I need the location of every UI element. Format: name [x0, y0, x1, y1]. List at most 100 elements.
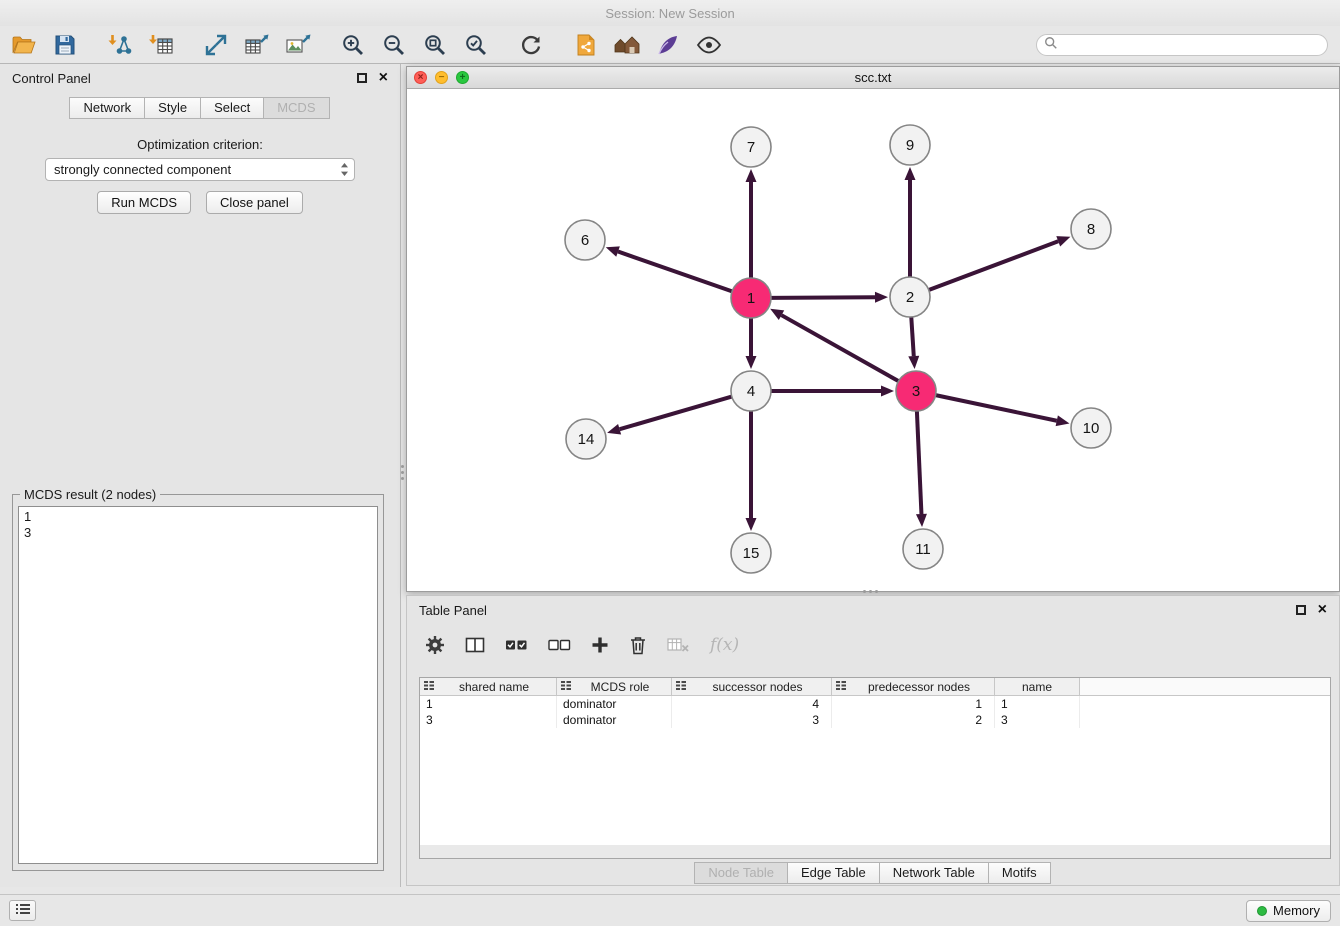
cell-successor-nodes: 3: [672, 712, 832, 728]
delete-table-icon[interactable]: [667, 636, 690, 654]
select-all-rows-icon[interactable]: [505, 637, 528, 653]
horizontal-splitter-grip[interactable]: [854, 587, 886, 595]
graph-edge-3-10[interactable]: [936, 395, 1057, 421]
open-session-icon[interactable]: [10, 31, 38, 59]
cell-name: 3: [995, 712, 1080, 728]
show-hide-columns-icon[interactable]: [465, 636, 485, 654]
graph-edge-arrow: [746, 518, 757, 531]
create-new-column-icon[interactable]: [591, 636, 609, 654]
memory-button[interactable]: Memory: [1246, 900, 1331, 922]
table-body: 1dominator4113dominator323: [420, 696, 1330, 728]
column-label: successor nodes: [712, 680, 802, 694]
tab-network[interactable]: Network: [69, 97, 145, 119]
tab-motifs[interactable]: Motifs: [988, 862, 1051, 884]
network-view-window: × − + scc.txt 7968124314101511: [406, 66, 1340, 592]
zoom-out-icon[interactable]: [380, 31, 408, 59]
export-network-icon[interactable]: [202, 31, 230, 59]
list-icon: [16, 903, 30, 918]
criterion-dropdown[interactable]: strongly connected component: [45, 158, 355, 181]
column-header-filler: [1080, 678, 1330, 696]
tab-mcds[interactable]: MCDS: [263, 97, 329, 119]
layout-group: [517, 31, 545, 59]
mcds-result-line: 1: [24, 509, 372, 525]
close-control-panel-icon[interactable]: ×: [379, 70, 388, 86]
close-panel-button[interactable]: Close panel: [206, 191, 303, 214]
delete-columns-trash-icon[interactable]: [629, 635, 647, 655]
mcds-result-group: MCDS result (2 nodes) 13: [12, 494, 384, 871]
status-bar: Memory: [0, 894, 1340, 926]
network-canvas[interactable]: 7968124314101511: [407, 89, 1339, 591]
window-titlebar[interactable]: Session: New Session: [0, 0, 1340, 26]
control-panel: Control Panel × NetworkStyleSelectMCDS O…: [0, 64, 401, 887]
graph-edge-1-2[interactable]: [771, 297, 875, 298]
show-hide-details-eye-icon[interactable]: [695, 31, 723, 59]
column-header-mcds-role[interactable]: MCDS role: [557, 678, 672, 696]
tab-select[interactable]: Select: [200, 97, 264, 119]
show-panels-button[interactable]: [9, 900, 36, 921]
zoom-fit-icon[interactable]: [421, 31, 449, 59]
graph-node-label: 11: [915, 541, 931, 558]
zoom-selected-icon[interactable]: [462, 31, 490, 59]
network-from-selection-icon[interactable]: [572, 31, 600, 59]
search-box[interactable]: [1036, 34, 1328, 56]
graph-edge-3-11[interactable]: [917, 411, 922, 514]
column-header-successor-nodes[interactable]: successor nodes: [672, 678, 832, 696]
float-control-panel-icon[interactable]: [357, 73, 367, 83]
tab-style[interactable]: Style: [144, 97, 201, 119]
function-builder-icon[interactable]: f(x): [710, 635, 739, 655]
import-network-icon[interactable]: [106, 31, 134, 59]
search-input[interactable]: [1063, 38, 1320, 52]
control-panel-title: Control Panel: [12, 71, 91, 86]
tab-network-table[interactable]: Network Table: [879, 862, 989, 884]
home-icon[interactable]: [613, 31, 641, 59]
export-image-icon[interactable]: [284, 31, 312, 59]
maximize-window-icon[interactable]: +: [456, 71, 469, 84]
column-header-name[interactable]: name: [995, 678, 1080, 696]
column-header-shared-name[interactable]: shared name: [420, 678, 557, 696]
export-table-icon[interactable]: [243, 31, 271, 59]
graph-node-label: 4: [747, 383, 755, 400]
main-toolbar: [0, 26, 1340, 64]
table-mode-gear-icon[interactable]: [425, 635, 445, 655]
table-row[interactable]: 3dominator323: [420, 712, 1330, 728]
graph-edge-2-8[interactable]: [929, 241, 1059, 290]
close-window-icon[interactable]: ×: [414, 71, 427, 84]
save-session-icon[interactable]: [51, 31, 79, 59]
zoom-in-icon[interactable]: [339, 31, 367, 59]
view-group: [572, 31, 723, 59]
vertical-splitter-grip[interactable]: [399, 455, 406, 489]
column-label: predecessor nodes: [868, 680, 970, 694]
import-table-icon[interactable]: [147, 31, 175, 59]
run-mcds-button[interactable]: Run MCDS: [97, 191, 191, 214]
column-sort-icon: [675, 680, 687, 694]
graph-node-label: 10: [1083, 420, 1100, 437]
column-header-predecessor-nodes[interactable]: predecessor nodes: [832, 678, 995, 696]
tab-edge-table[interactable]: Edge Table: [787, 862, 880, 884]
close-table-panel-icon[interactable]: ×: [1318, 602, 1327, 618]
window-controls: × − +: [414, 71, 469, 84]
graph-edge-1-6[interactable]: [618, 252, 732, 292]
optimization-criterion-label: Optimization criterion:: [0, 137, 400, 152]
tab-node-table[interactable]: Node Table: [694, 862, 788, 884]
column-label: MCDS role: [591, 680, 650, 694]
minimize-window-icon[interactable]: −: [435, 71, 448, 84]
table-row[interactable]: 1dominator411: [420, 696, 1330, 712]
graph-edge-4-14[interactable]: [620, 397, 732, 430]
graph-node-label: 2: [906, 289, 914, 306]
memory-status-dot: [1257, 906, 1267, 916]
cell-predecessor-nodes: 1: [832, 696, 995, 712]
column-sort-icon: [835, 680, 847, 694]
apply-layout-icon[interactable]: [517, 31, 545, 59]
cell-shared-name: 3: [420, 712, 557, 728]
deselect-all-rows-icon[interactable]: [548, 637, 571, 653]
network-window-titlebar[interactable]: × − + scc.txt: [407, 67, 1339, 89]
float-table-panel-icon[interactable]: [1296, 605, 1306, 615]
graph-edge-arrow: [881, 386, 894, 397]
graph-edge-2-3[interactable]: [911, 317, 913, 356]
graph-edge-arrow: [607, 424, 621, 435]
graph-edge-3-1[interactable]: [781, 315, 898, 381]
table-horizontal-scrollbar[interactable]: [419, 845, 1331, 859]
graph-node-label: 3: [912, 383, 920, 400]
table-toolbar: f(x): [425, 624, 739, 666]
apply-style-icon[interactable]: [654, 31, 682, 59]
